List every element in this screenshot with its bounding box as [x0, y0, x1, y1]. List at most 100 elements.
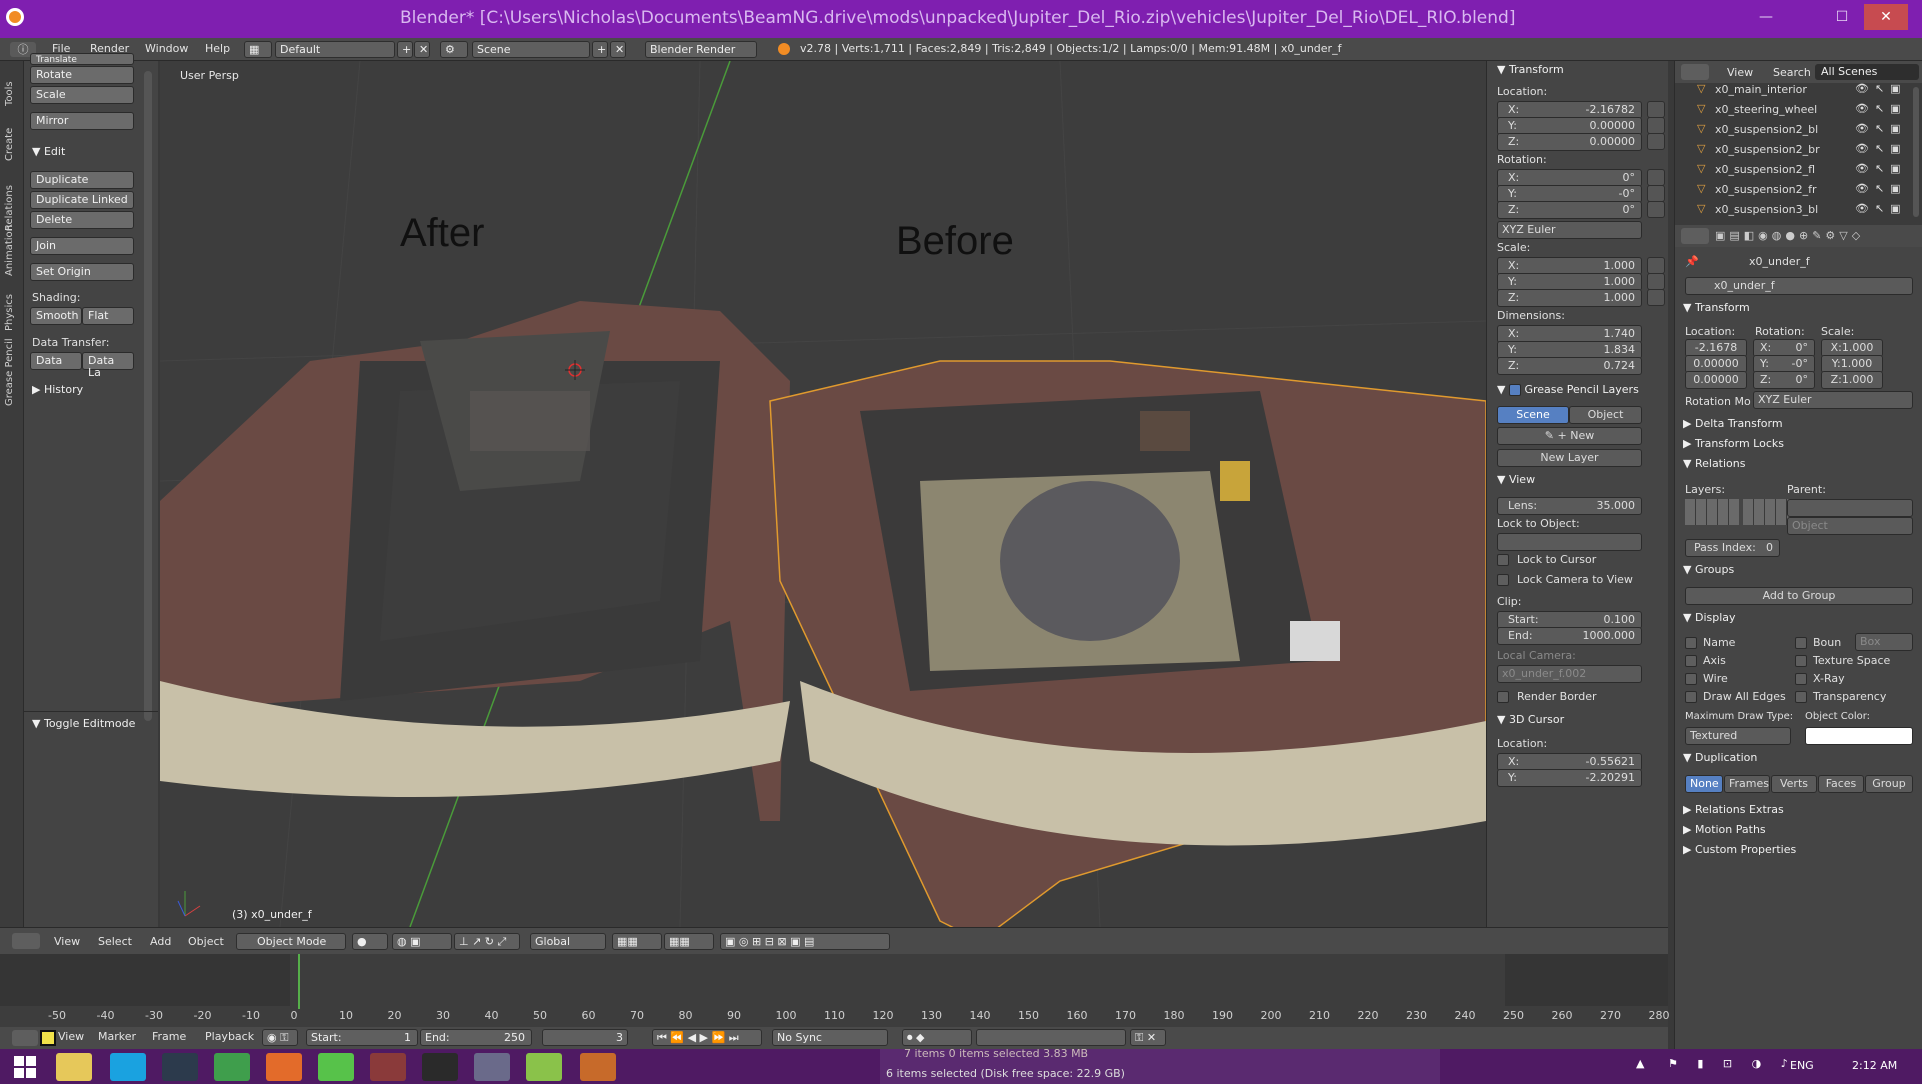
remove-scene-icon[interactable]: ✕ — [610, 41, 626, 58]
vmenu-select[interactable]: Select — [98, 935, 132, 948]
lock-to-cursor-checkbox[interactable] — [1497, 554, 1509, 566]
remove-layout-icon[interactable]: ✕ — [414, 41, 430, 58]
3d-viewport[interactable]: User Persp After Before (3) x0_under_f — [160, 61, 1486, 927]
outliner-editor-icon[interactable] — [1681, 64, 1709, 80]
groups-header[interactable]: ▼ Groups — [1683, 563, 1734, 576]
edit-panel-header[interactable]: ▼ Edit — [32, 145, 65, 158]
visibility-icons[interactable]: 👁↖▣ — [1855, 142, 1907, 155]
delta-transform-header[interactable]: ▶ Delta Transform — [1683, 417, 1783, 430]
object-color-swatch[interactable] — [1805, 727, 1913, 745]
props-rotation-mode-select[interactable]: XYZ Euler — [1753, 391, 1913, 409]
record-keying-icons[interactable]: ⏺ ◆ — [902, 1029, 972, 1046]
display-axis-checkbox[interactable] — [1685, 655, 1697, 667]
frame-end-field[interactable]: End: 250 — [420, 1029, 532, 1046]
lock-rot-z-icon[interactable] — [1647, 201, 1665, 218]
lock-loc-z-icon[interactable] — [1647, 133, 1665, 150]
layers-grid-a[interactable] — [1685, 499, 1739, 525]
outliner-row[interactable]: ▽ x0_suspension2_fr 👁↖▣ — [1675, 179, 1907, 199]
xray-checkbox[interactable] — [1795, 673, 1807, 685]
display-name-checkbox[interactable] — [1685, 637, 1697, 649]
scene-icon[interactable]: ⚙ — [440, 41, 468, 58]
vmenu-add[interactable]: Add — [150, 935, 171, 948]
outliner-row[interactable]: ▽ x0_suspension3_bl 👁↖▣ — [1675, 199, 1907, 219]
lock-loc-x-icon[interactable] — [1647, 101, 1665, 118]
rotate-button[interactable]: Rotate — [30, 66, 134, 84]
playback-controls-icons[interactable]: ⏮ ⏪ ◀ ▶ ⏩ ⏭ — [652, 1029, 762, 1046]
current-frame-indicator[interactable] — [298, 954, 300, 1009]
draw-all-edges-checkbox[interactable] — [1685, 691, 1697, 703]
clip-end-field[interactable]: End: 1000.000 — [1497, 627, 1642, 645]
tab-create[interactable]: Create — [4, 128, 15, 161]
file-explorer-icon[interactable] — [56, 1053, 92, 1081]
add-to-group-button[interactable]: Add to Group — [1685, 587, 1913, 605]
cursor-y-field[interactable]: Y: -2.20291 — [1497, 769, 1642, 787]
app-icon-1[interactable] — [318, 1053, 354, 1081]
pin-icon[interactable]: 📌 — [1685, 255, 1699, 268]
add-scene-icon[interactable]: + — [592, 41, 608, 58]
object-crumb[interactable]: x0_under_f — [1749, 255, 1810, 268]
location-z-field[interactable]: Z: 0.00000 — [1497, 133, 1642, 151]
dup-none-button[interactable]: None — [1685, 775, 1723, 793]
dup-group-button[interactable]: Group — [1865, 775, 1913, 793]
viewport-editor-icon[interactable] — [12, 933, 40, 949]
lock-to-object-field[interactable] — [1497, 533, 1642, 551]
tmenu-playback[interactable]: Playback — [205, 1030, 254, 1043]
display-wire-checkbox[interactable] — [1685, 673, 1697, 685]
transform-panel-header[interactable]: ▼ Transform — [1497, 63, 1564, 76]
shading-select-icon[interactable]: ● — [352, 933, 388, 950]
smooth-button[interactable]: Smooth — [30, 307, 82, 325]
outliner-scrollbar[interactable] — [1913, 87, 1919, 217]
tmenu-marker[interactable]: Marker — [98, 1030, 136, 1043]
pass-index-field[interactable]: Pass Index: 0 — [1685, 539, 1780, 557]
outliner-row[interactable]: ▽ x0_suspension2_fl 👁↖▣ — [1675, 159, 1907, 179]
props-transform-header[interactable]: ▼ Transform — [1683, 301, 1750, 314]
visibility-icons[interactable]: 👁↖▣ — [1855, 82, 1907, 95]
data-layout-button[interactable]: Data La — [82, 352, 134, 379]
transform-locks-header[interactable]: ▶ Transform Locks — [1683, 437, 1784, 450]
layout-selector[interactable]: Default — [275, 41, 395, 58]
gp-object-button[interactable]: Object — [1569, 406, 1642, 424]
keying-set-field[interactable] — [976, 1029, 1126, 1046]
keying-icons[interactable]: ◉ ⚿ — [262, 1029, 298, 1046]
maximize-button[interactable]: ☐ — [1820, 4, 1864, 30]
minimize-button[interactable]: — — [1744, 4, 1788, 30]
history-panel-header[interactable]: ▶ History — [32, 383, 83, 396]
frame-start-field[interactable]: Start: 1 — [306, 1029, 418, 1046]
props-context-icons[interactable]: ▣▤◧◉◍●⊕✎⚙▽◇ — [1715, 229, 1864, 242]
start-button-icon[interactable] — [14, 1056, 36, 1078]
join-button[interactable]: Join — [30, 237, 134, 255]
mirror-button[interactable]: Mirror — [30, 112, 134, 130]
grease-pencil-layers-checkbox[interactable] — [1508, 384, 1521, 396]
app-icon-3[interactable] — [422, 1053, 458, 1081]
layers-icon[interactable]: ▦▦ — [612, 933, 662, 950]
app-icon-5[interactable] — [526, 1053, 562, 1081]
vmenu-view[interactable]: View — [54, 935, 80, 948]
tray-icons[interactable]: ⚑ ▮ ⊡ ◑ ♪ — [1668, 1057, 1796, 1070]
add-layout-icon[interactable]: + — [397, 41, 413, 58]
timeline-editor-icon[interactable] — [12, 1030, 38, 1046]
pivot-snap-icons[interactable]: ◍ ▣ — [392, 933, 452, 950]
visibility-icons[interactable]: 👁↖▣ — [1855, 182, 1907, 195]
orientation-select[interactable]: Global — [530, 933, 606, 950]
close-button[interactable]: ✕ — [1864, 4, 1908, 30]
relations-extras-header[interactable]: ▶ Relations Extras — [1683, 803, 1784, 816]
display-header[interactable]: ▼ Display — [1683, 611, 1736, 624]
gp-scene-button[interactable]: Scene — [1497, 406, 1569, 424]
duplicate-linked-button[interactable]: Duplicate Linked — [30, 191, 134, 209]
local-camera-field[interactable]: x0_under_f.002 — [1497, 665, 1642, 683]
visibility-icons[interactable]: 👁↖▣ — [1855, 162, 1907, 175]
blender-taskbar-icon[interactable] — [580, 1053, 616, 1081]
dup-frames-button[interactable]: Frames — [1724, 775, 1770, 793]
lock-scl-z-icon[interactable] — [1647, 289, 1665, 306]
lock-rot-y-icon[interactable] — [1647, 185, 1665, 202]
dup-faces-button[interactable]: Faces — [1818, 775, 1864, 793]
layout-icon[interactable]: ▦ — [244, 41, 272, 58]
scene-selector[interactable]: Scene — [472, 41, 590, 58]
lock-scl-y-icon[interactable] — [1647, 273, 1665, 290]
app-icon-4[interactable] — [474, 1053, 510, 1081]
tab-physics[interactable]: Physics — [4, 294, 15, 331]
visibility-icons[interactable]: 👁↖▣ — [1855, 202, 1907, 215]
outliner-row[interactable]: ▽ x0_steering_wheel 👁↖▣ — [1675, 99, 1907, 119]
outliner-row[interactable]: ▽ x0_suspension2_bl 👁↖▣ — [1675, 119, 1907, 139]
parent-field[interactable] — [1787, 499, 1913, 517]
